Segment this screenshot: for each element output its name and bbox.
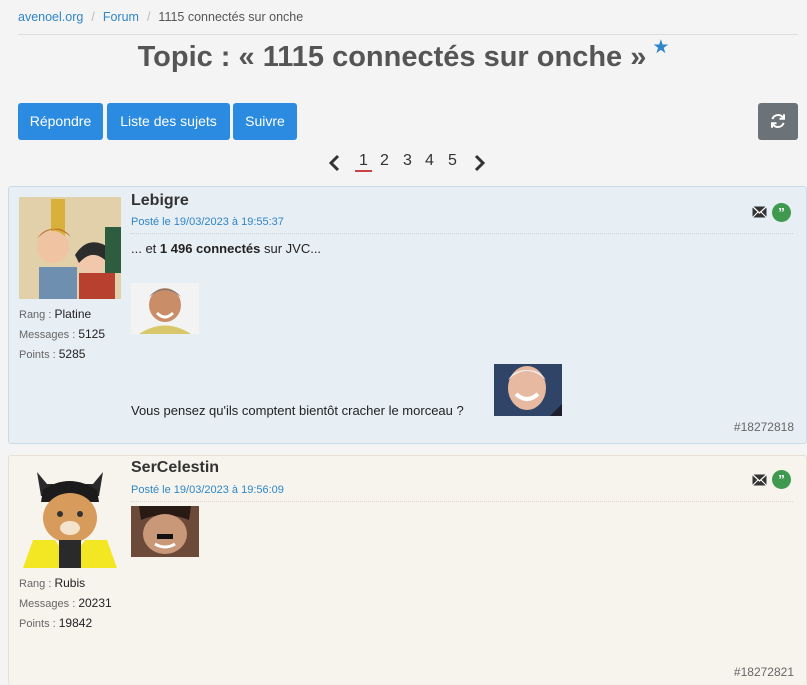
- avatar[interactable]: [19, 466, 121, 568]
- page-5-link[interactable]: 5: [448, 152, 457, 170]
- follow-button[interactable]: Suivre: [233, 103, 297, 140]
- post-card: Rang : Platine Messages : 5125 Points : …: [8, 186, 807, 444]
- sticker-image: [131, 506, 199, 557]
- star-icon[interactable]: ★: [652, 37, 669, 58]
- post-divider: [131, 233, 793, 234]
- mail-icon[interactable]: [752, 474, 767, 486]
- post-card: Rang : Rubis Messages : 20231 Points : 1…: [8, 455, 807, 685]
- points-label: Points: [19, 349, 50, 361]
- reply-button[interactable]: Répondre: [18, 103, 103, 140]
- page-2-link[interactable]: 2: [380, 152, 389, 170]
- rank-label: Rang: [19, 309, 46, 321]
- chevron-right-icon[interactable]: [474, 154, 486, 172]
- rank-value: Platine: [54, 307, 92, 321]
- mail-icon[interactable]: [752, 206, 767, 218]
- post-text: ... et 1 496 connectés sur JVC...: [131, 241, 321, 256]
- breadcrumb-current: 1115 connectés sur onche: [158, 10, 304, 24]
- topic-title: Topic : « 1115 connectés sur onche »: [137, 41, 647, 73]
- page-1-link[interactable]: 1: [355, 152, 372, 172]
- messages-value: 20231: [78, 596, 112, 610]
- post-id[interactable]: #18272818: [734, 420, 794, 434]
- page-4-link[interactable]: 4: [425, 152, 434, 170]
- post-actions: ”: [752, 203, 792, 223]
- risitas-sticker: [131, 283, 199, 334]
- author-name[interactable]: SerCelestin: [131, 459, 219, 477]
- rank-value: Rubis: [54, 576, 86, 590]
- messages-label: Messages: [19, 329, 70, 341]
- post-text-prefix: ... et: [131, 241, 160, 256]
- breadcrumb-home-link[interactable]: avenoel.org: [18, 10, 83, 24]
- breadcrumb-forum-link[interactable]: Forum: [103, 10, 139, 24]
- avatar[interactable]: [19, 197, 121, 299]
- user-stats: Rang : Rubis Messages : 20231 Points : 1…: [19, 576, 112, 630]
- breadcrumb: avenoel.org / Forum / 1115 connectés sur onc…: [18, 10, 798, 35]
- messages-value: 5125: [78, 327, 106, 341]
- quote-icon[interactable]: ”: [772, 203, 791, 222]
- post-date[interactable]: Posté le 19/03/2023 à 19:55:37: [131, 216, 284, 228]
- author-name[interactable]: Lebigre: [131, 192, 189, 210]
- messages-label: Messages: [19, 598, 70, 610]
- points-value: 5285: [58, 347, 86, 361]
- refresh-icon: [771, 114, 785, 128]
- quote-icon[interactable]: ”: [772, 470, 791, 489]
- page-3-link[interactable]: 3: [403, 152, 412, 170]
- post-actions: ”: [752, 470, 792, 490]
- points-value: 19842: [58, 616, 93, 630]
- post-text-bold: 1 496 connectés: [159, 241, 261, 256]
- post-text-suffix: sur JVC...: [260, 241, 322, 256]
- user-stats: Rang : Platine Messages : 5125 Points : …: [19, 307, 106, 361]
- post-date[interactable]: Posté le 19/03/2023 à 19:56:09: [131, 484, 284, 496]
- breadcrumb-separator: /: [91, 10, 95, 24]
- rank-label: Rang: [19, 578, 46, 590]
- points-label: Points: [19, 618, 50, 630]
- topic-list-button[interactable]: Liste des sujets: [107, 103, 230, 140]
- pagination: 1 2 3 4 5: [0, 152, 807, 176]
- page-title: Topic : « 1115 connectés sur onche » ★: [0, 37, 807, 74]
- biden-sticker: [494, 364, 562, 416]
- chevron-left-icon[interactable]: [328, 154, 340, 172]
- refresh-button[interactable]: [758, 103, 798, 140]
- post-text-2: Vous pensez qu'ils comptent bientôt crac…: [131, 403, 464, 418]
- post-divider: [131, 501, 793, 502]
- breadcrumb-separator: /: [146, 10, 151, 24]
- post-id[interactable]: #18272821: [734, 665, 794, 679]
